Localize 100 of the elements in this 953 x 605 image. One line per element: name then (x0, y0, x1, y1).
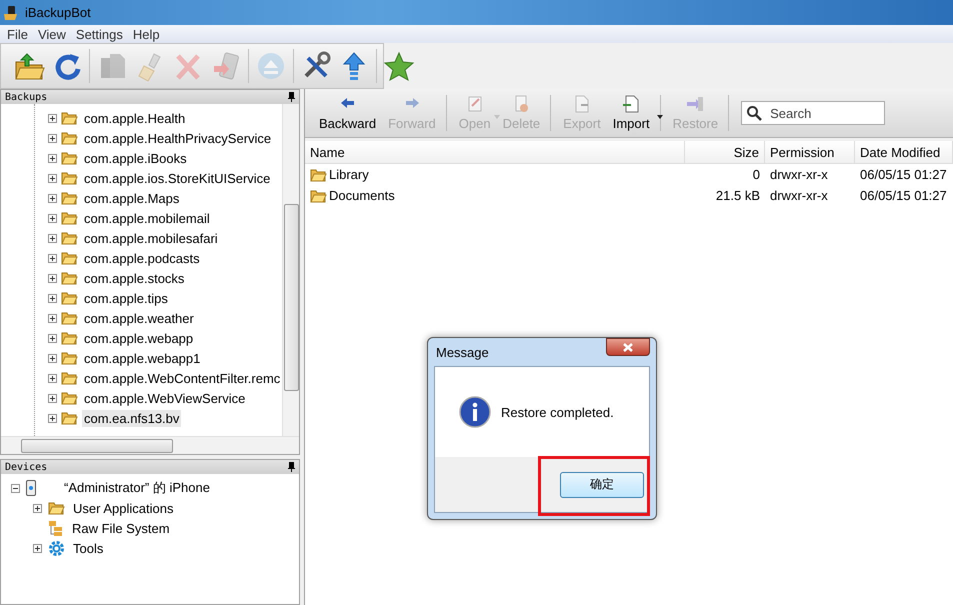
pin-icon[interactable] (288, 92, 295, 102)
document-import-icon (622, 95, 640, 113)
expand-toggle[interactable] (48, 214, 57, 222)
expand-toggle[interactable] (48, 274, 57, 282)
tree-item[interactable]: com.apple.webapp (82, 330, 196, 346)
column-header[interactable]: Name (305, 141, 685, 163)
document-export-icon (572, 95, 591, 113)
gear-icon (48, 540, 65, 556)
table-cell-text: 21.5 kB (714, 187, 761, 205)
folder-icon (61, 171, 78, 185)
dialog-message: Restore completed. (501, 404, 614, 420)
dialog-title: Message (435, 344, 489, 360)
folder-icon (61, 391, 78, 405)
expand-toggle[interactable] (33, 544, 42, 552)
menu-item[interactable]: Settings (70, 26, 128, 42)
tree-item[interactable]: com.apple.tips (82, 290, 170, 306)
info-icon (459, 396, 491, 428)
tree-item[interactable]: com.apple.WebContentFilter.remc (82, 370, 282, 386)
close-icon (623, 342, 633, 352)
table-cell-text: drwxr-xr-x (769, 166, 829, 184)
folder-icon (61, 151, 78, 165)
expand-toggle[interactable] (48, 374, 57, 382)
menu-item[interactable]: View (32, 26, 71, 42)
tree-item[interactable]: com.apple.ios.StoreKitUIService (82, 170, 272, 186)
close-button[interactable] (606, 338, 650, 356)
horizontal-scrollbar[interactable] (1, 436, 299, 454)
tree-item[interactable]: com.apple.iBooks (82, 150, 189, 166)
folder-icon (61, 231, 78, 245)
menu-item[interactable]: File (2, 26, 33, 42)
expand-toggle[interactable] (48, 154, 57, 162)
expand-toggle[interactable] (48, 114, 57, 122)
folder-icon (310, 188, 327, 202)
expand-toggle[interactable] (48, 354, 57, 362)
vertical-scrollbar[interactable] (282, 104, 299, 436)
expand-toggle[interactable] (48, 134, 57, 142)
phone-icon (26, 480, 36, 496)
pin-icon[interactable] (288, 462, 295, 472)
folder-icon (61, 211, 78, 225)
tree-item[interactable]: Tools (71, 540, 106, 556)
column-header[interactable]: Permission (765, 141, 855, 163)
toolbar-button[interactable]: Backward (313, 95, 382, 131)
star-icon[interactable] (383, 50, 415, 82)
expand-toggle[interactable] (48, 234, 57, 242)
toolbar-button[interactable]: Import (606, 95, 661, 131)
tree-item[interactable]: com.ea.nfs13.bv (82, 410, 182, 426)
tree-item[interactable]: “Administrator” 的 iPhone (62, 478, 212, 498)
expand-toggle[interactable] (48, 294, 57, 302)
folder-icon (61, 111, 78, 125)
tree-item[interactable]: com.apple.podcasts (82, 250, 202, 266)
folder-icon (61, 131, 78, 145)
menu-item[interactable]: Help (128, 26, 165, 42)
window-title: iBackupBot (25, 5, 91, 20)
column-header[interactable]: Date Modified (855, 141, 953, 163)
panel-title: Backups (5, 92, 48, 102)
folder-icon (61, 311, 78, 325)
tree-item[interactable]: com.apple.mobilesafari (82, 230, 220, 246)
tree-item[interactable]: com.apple.mobilemail (82, 210, 212, 226)
table-cell-text: 06/05/15 01:27 (859, 187, 948, 205)
folder-icon (61, 251, 78, 265)
folder-icon (61, 411, 78, 425)
tree-item[interactable]: Raw File System (70, 520, 172, 536)
table-cell-text: drwxr-xr-x (769, 187, 829, 205)
stacked-folders-icon (48, 520, 64, 536)
edit-document-icon (466, 95, 484, 113)
panel-title: Devices (5, 462, 48, 472)
folder-icon (310, 168, 327, 182)
folder-icon (61, 331, 78, 345)
expand-toggle[interactable] (48, 414, 57, 422)
folder-icon (61, 191, 78, 205)
tree-item[interactable]: com.apple.webapp1 (82, 350, 202, 366)
table-cell-text: 06/05/15 01:27 (859, 166, 948, 184)
file-name[interactable]: Library (329, 167, 369, 182)
restore-arrow-icon (686, 95, 704, 113)
tree-item[interactable]: com.apple.Maps (82, 190, 182, 206)
tree-item[interactable]: com.apple.weather (82, 310, 196, 326)
tree-item[interactable]: com.apple.Health (82, 110, 188, 126)
expand-toggle[interactable] (48, 334, 57, 342)
folder-icon (61, 351, 78, 365)
search-field[interactable]: Search (741, 101, 886, 125)
ok-button[interactable]: 确定 (560, 472, 644, 498)
app-icon (3, 4, 19, 20)
folder-icon (61, 291, 78, 305)
tree-item[interactable]: com.apple.WebViewService (82, 390, 248, 406)
expand-toggle[interactable] (48, 314, 57, 322)
folder-icon (61, 271, 78, 285)
column-header[interactable]: Size (685, 141, 765, 163)
table-cell-text: 0 (752, 166, 761, 184)
collapse-toggle[interactable] (11, 484, 20, 492)
expand-toggle[interactable] (48, 394, 57, 402)
expand-toggle[interactable] (48, 174, 57, 182)
open-folder-icon (48, 501, 65, 515)
expand-toggle[interactable] (33, 504, 42, 512)
tree-item[interactable]: com.apple.HealthPrivacyService (82, 130, 274, 146)
search-icon (746, 105, 762, 121)
folder-icon (61, 371, 78, 385)
tree-item[interactable]: com.apple.stocks (82, 270, 186, 286)
file-name[interactable]: Documents (329, 188, 395, 203)
expand-toggle[interactable] (48, 194, 57, 202)
tree-item[interactable]: User Applications (71, 500, 176, 516)
expand-toggle[interactable] (48, 254, 57, 262)
